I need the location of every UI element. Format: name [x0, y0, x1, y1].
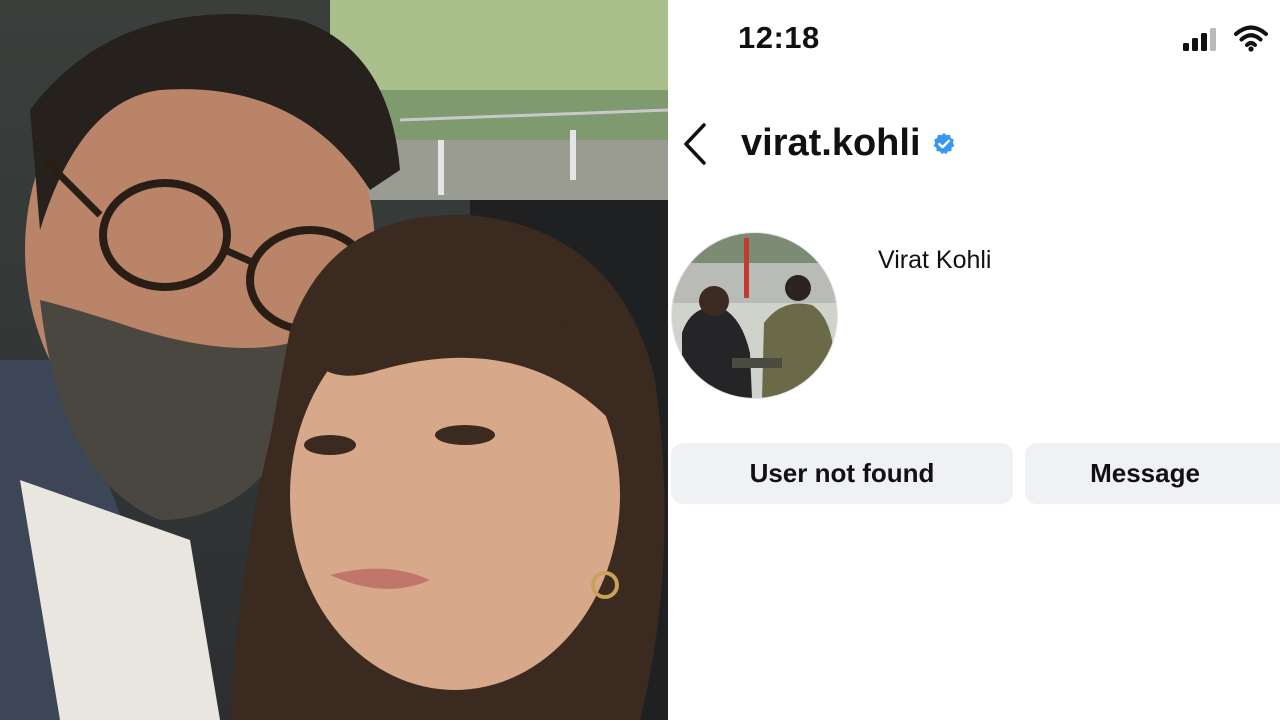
instagram-profile-screen: 12:18 virat.kohli Virat Kohli User not f…	[668, 0, 1280, 720]
avatar-photo	[672, 233, 837, 398]
verified-badge-icon	[933, 133, 955, 155]
status-time: 12:18	[738, 20, 820, 55]
message-button[interactable]: Message	[1025, 443, 1280, 504]
profile-username: virat.kohli	[741, 122, 921, 164]
message-button-label: Message	[1090, 458, 1200, 488]
cellular-signal-icon	[1183, 28, 1216, 51]
user-not-found-label: User not found	[749, 458, 935, 488]
couple-selfie-photo	[0, 0, 668, 720]
user-not-found-button[interactable]: User not found	[671, 443, 1013, 504]
profile-avatar[interactable]	[671, 232, 838, 399]
profile-display-name: Virat Kohli	[878, 246, 992, 274]
back-chevron-icon[interactable]	[680, 122, 710, 166]
wifi-icon	[1234, 25, 1268, 52]
selfie-illustration	[0, 0, 668, 720]
